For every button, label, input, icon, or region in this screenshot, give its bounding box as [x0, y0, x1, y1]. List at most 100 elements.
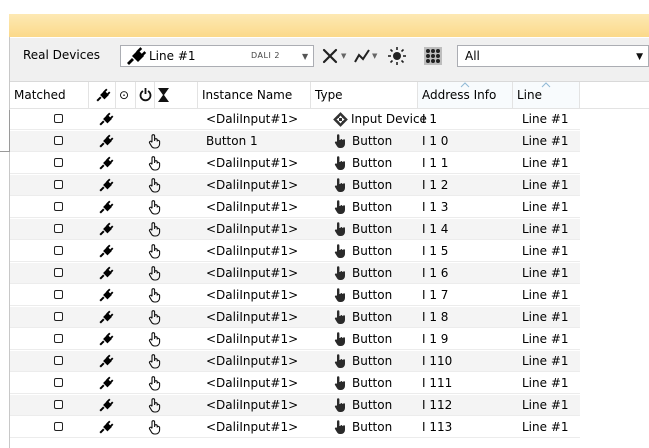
table-row[interactable]: <DaliInput#1> Button I 110 Line #1 [10, 351, 580, 372]
matched-checkbox[interactable] [54, 246, 63, 255]
instance-name: <DaliInput#1> [206, 332, 299, 346]
table-row[interactable]: <DaliInput#1> Button I 1 6 Line #1 [10, 263, 580, 284]
line-value: Line #1 [522, 134, 569, 148]
table-row[interactable]: <DaliInput#1> Button I 1 3 Line #1 [10, 197, 580, 218]
table-row[interactable]: <DaliInput#1> Button I 1 4 Line #1 [10, 219, 580, 240]
matched-checkbox[interactable] [54, 180, 63, 189]
line-value: Line #1 [522, 354, 569, 368]
device-table-body: <DaliInput#1> Input Device I 1 Line #1 Butto… [10, 109, 649, 448]
filter-select[interactable]: All ▼ [457, 45, 649, 67]
hand-pointer-icon[interactable] [148, 397, 162, 413]
button-icon [334, 266, 346, 280]
plug-icon [99, 222, 114, 236]
signal-icon[interactable] [353, 47, 371, 65]
hand-pointer-icon[interactable] [148, 221, 162, 237]
matched-checkbox[interactable] [54, 422, 63, 431]
matched-checkbox[interactable] [54, 202, 63, 211]
instance-name: <DaliInput#1> [206, 156, 299, 170]
plug-icon [99, 376, 114, 390]
hand-pointer-icon[interactable] [148, 243, 162, 259]
table-row[interactable]: <DaliInput#1> Button I 113 Line #1 [10, 417, 580, 438]
instance-name: <DaliInput#1> [206, 398, 299, 412]
device-type: Button [352, 354, 393, 368]
matched-checkbox[interactable] [54, 268, 63, 277]
column-timer[interactable] [155, 82, 198, 108]
table-row[interactable]: Button 1 Button I 1 0 Line #1 [10, 131, 580, 152]
table-row[interactable]: <DaliInput#1> Button I 1 5 Line #1 [10, 241, 580, 262]
selection-marker [0, 110, 10, 152]
matched-checkbox[interactable] [54, 290, 63, 299]
grid-pattern-icon[interactable] [424, 47, 442, 65]
filter-select-value: All [465, 49, 480, 63]
matched-checkbox[interactable] [54, 158, 63, 167]
hand-pointer-icon[interactable] [148, 177, 162, 193]
plug-icon [99, 178, 114, 192]
matched-checkbox[interactable] [54, 378, 63, 387]
hand-pointer-icon[interactable] [148, 375, 162, 391]
line-value: Line #1 [522, 222, 569, 236]
table-row[interactable]: <DaliInput#1> Button I 1 7 Line #1 [10, 285, 580, 306]
line-value: Line #1 [522, 288, 569, 302]
button-icon [334, 178, 346, 192]
instance-name: <DaliInput#1> [206, 178, 299, 192]
column-line[interactable]: Line [513, 82, 580, 108]
column-address-info-label: Address Info [422, 88, 497, 102]
signal-dropdown-icon[interactable]: ▼ [372, 52, 377, 60]
matched-checkbox[interactable] [54, 114, 63, 123]
plug-icon [99, 200, 114, 214]
device-type: Button [352, 200, 393, 214]
hand-pointer-icon[interactable] [148, 133, 162, 149]
column-target[interactable]: ⊙ [116, 82, 136, 108]
device-type: Button [352, 376, 393, 390]
line-value: Line #1 [522, 178, 569, 192]
matched-checkbox[interactable] [54, 224, 63, 233]
table-row[interactable]: <DaliInput#1> Button I 1 9 Line #1 [10, 329, 580, 350]
tools-dropdown-icon[interactable]: ▼ [341, 52, 346, 60]
column-power[interactable] [136, 82, 155, 108]
column-type[interactable]: Type [311, 82, 418, 108]
table-row[interactable]: <DaliInput#1> Input Device I 1 Line #1 [10, 109, 580, 130]
device-type: Button [352, 310, 393, 324]
hand-pointer-icon[interactable] [148, 287, 162, 303]
hand-pointer-icon[interactable] [148, 265, 162, 281]
tools-icon[interactable] [321, 47, 339, 65]
hand-pointer-icon[interactable] [148, 331, 162, 347]
line-select[interactable]: Line #1 DALI 2 ▼ [120, 45, 314, 67]
instance-name: <DaliInput#1> [206, 200, 299, 214]
line-select-value: Line #1 [149, 49, 196, 63]
button-icon [334, 420, 346, 434]
device-type: Button [352, 420, 393, 434]
hand-pointer-icon[interactable] [148, 419, 162, 435]
table-row[interactable]: <DaliInput#1> Button I 1 2 Line #1 [10, 175, 580, 196]
matched-checkbox[interactable] [54, 400, 63, 409]
devices-toolbar: Real Devices Line #1 DALI 2 ▼ ▼ ▼ All ▼ [10, 38, 649, 82]
line-value: Line #1 [522, 398, 569, 412]
chevron-down-icon: ▼ [302, 52, 309, 61]
hand-pointer-icon[interactable] [148, 353, 162, 369]
plug-icon [99, 244, 114, 258]
instance-name: <DaliInput#1> [206, 244, 299, 258]
line-value: Line #1 [522, 332, 569, 346]
table-row[interactable]: <DaliInput#1> Button I 112 Line #1 [10, 395, 580, 416]
sun-icon[interactable] [388, 47, 406, 65]
table-row[interactable]: <DaliInput#1> Button I 111 Line #1 [10, 373, 580, 394]
address-info: I 111 [422, 376, 453, 390]
column-address-info[interactable]: Address Info [418, 82, 513, 108]
table-row[interactable]: <DaliInput#1> Button I 1 8 Line #1 [10, 307, 580, 328]
column-plug[interactable] [89, 82, 116, 108]
button-icon [334, 222, 346, 236]
column-matched[interactable]: Matched [10, 82, 89, 108]
column-instance-name[interactable]: Instance Name [198, 82, 311, 108]
instance-name: Button 1 [206, 134, 258, 148]
hand-pointer-icon[interactable] [148, 309, 162, 325]
hand-pointer-icon[interactable] [148, 199, 162, 215]
plug-icon [99, 332, 114, 346]
matched-checkbox[interactable] [54, 356, 63, 365]
plug-icon [99, 310, 114, 324]
matched-checkbox[interactable] [54, 136, 63, 145]
table-row[interactable]: <DaliInput#1> Button I 1 1 Line #1 [10, 153, 580, 174]
matched-checkbox[interactable] [54, 312, 63, 321]
matched-checkbox[interactable] [54, 334, 63, 343]
hand-pointer-icon[interactable] [148, 155, 162, 171]
device-type: Button [352, 288, 393, 302]
